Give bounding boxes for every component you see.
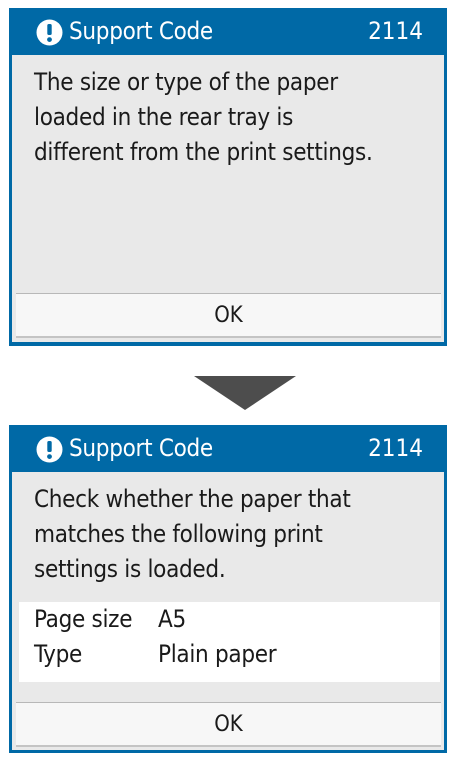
page-size-value: A5 <box>158 605 186 633</box>
check-message: Check whether the paper that matches the… <box>34 485 351 583</box>
exclamation-circle-icon <box>36 436 63 463</box>
type-label: Type <box>34 640 83 668</box>
down-arrow-icon <box>194 376 296 410</box>
exclamation-circle-icon <box>36 19 63 46</box>
ok-button[interactable]: OK <box>16 702 441 747</box>
support-code-title: Support Code <box>69 17 213 45</box>
error-screen-1: Support Code 2114 The size or type of th… <box>9 8 447 346</box>
print-settings-box: Page size A5 Type Plain paper <box>19 602 440 682</box>
support-code-number: 2114 <box>368 17 423 45</box>
support-code-title: Support Code <box>69 434 213 462</box>
message-panel: The size or type of the paper loaded in … <box>12 55 444 342</box>
message-panel: Check whether the paper that matches the… <box>12 472 444 750</box>
error-message: The size or type of the paper loaded in … <box>34 68 373 166</box>
page-size-label: Page size <box>34 605 133 633</box>
type-value: Plain paper <box>158 640 277 668</box>
support-code-number: 2114 <box>368 434 423 462</box>
error-screen-2: Support Code 2114 Check whether the pape… <box>9 425 447 753</box>
ok-button[interactable]: OK <box>16 293 441 338</box>
header-bar: Support Code 2114 <box>9 8 447 55</box>
header-bar: Support Code 2114 <box>9 425 447 472</box>
